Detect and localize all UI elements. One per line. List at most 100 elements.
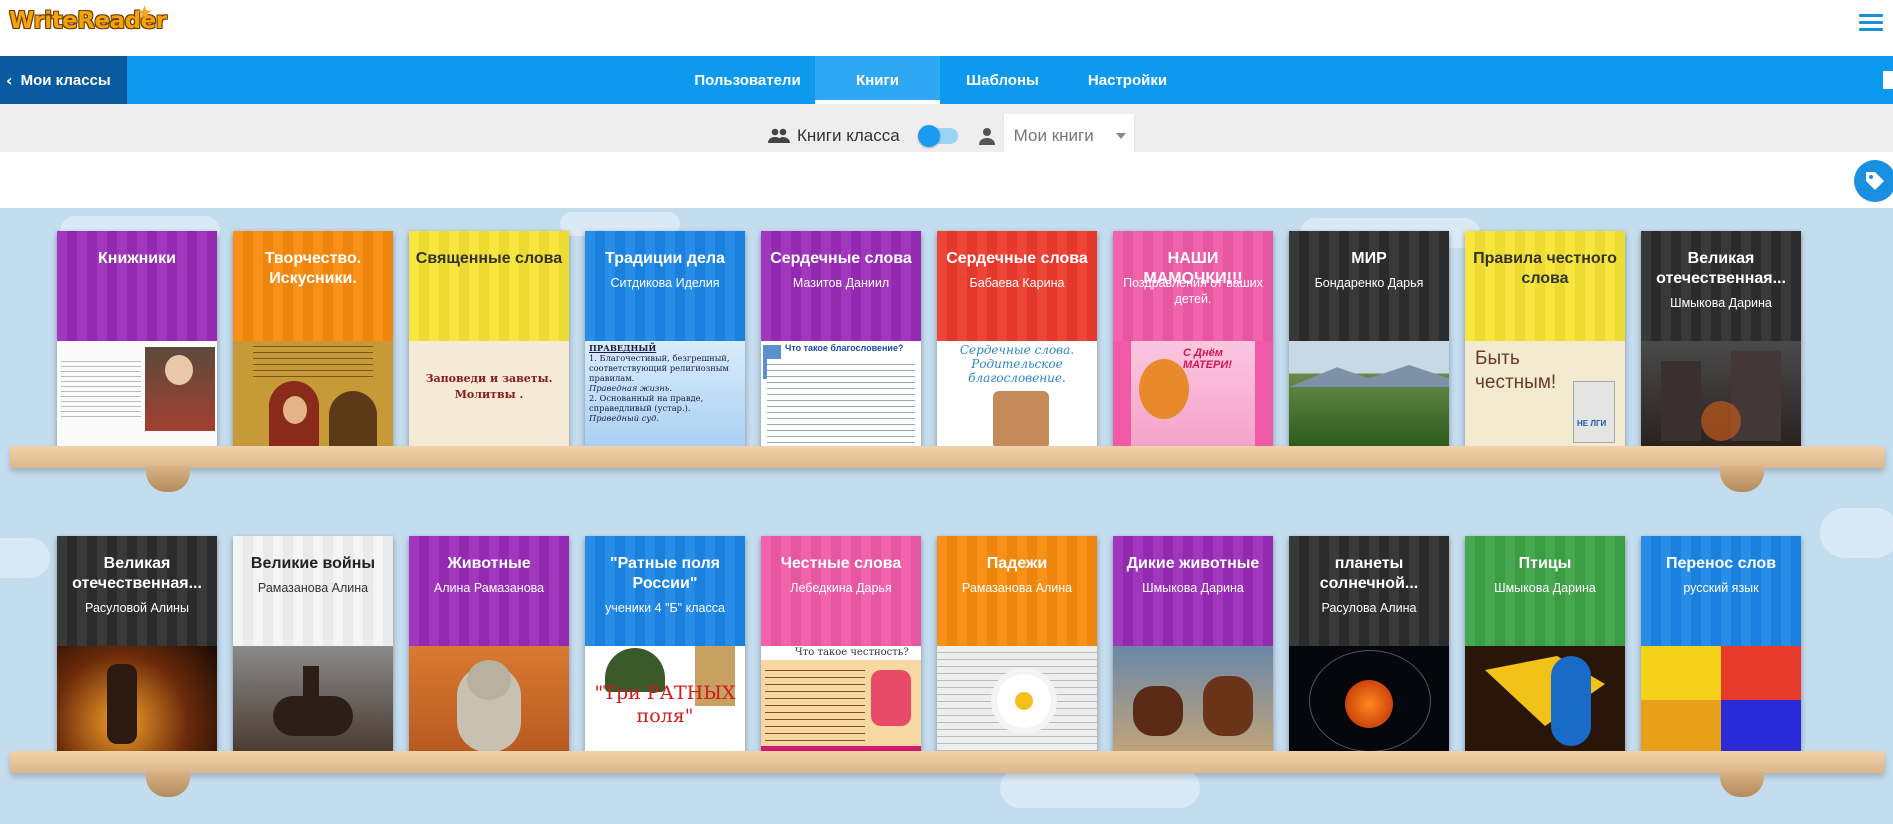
shelf-bracket <box>146 771 190 797</box>
tab-settings[interactable]: Настройки <box>1065 56 1190 104</box>
book-title: Священные слова <box>415 250 563 267</box>
book-author: Шмыкова Дарина <box>1142 581 1244 595</box>
book-title: Птицы <box>1518 555 1572 572</box>
book-title: Падежи <box>986 555 1048 572</box>
book-card[interactable]: Животные Алина Рамазанова <box>409 536 569 754</box>
book-title: Великая отечественная... <box>1656 250 1786 287</box>
book-picture: Что такое благословение? <box>761 341 921 449</box>
hamburger-menu-icon[interactable] <box>1859 14 1883 32</box>
book-card[interactable]: "Ратные поля России" ученики 4 "Б" класс… <box>585 536 745 754</box>
book-card[interactable]: Сердечные слова Мазитов Даниил Что такое… <box>761 231 921 449</box>
book-card[interactable]: планеты солнечной... Расулова Алина <box>1289 536 1449 754</box>
shelf-bracket <box>1720 466 1764 492</box>
class-books-toggle[interactable] <box>917 125 958 147</box>
book-picture: Заповеди и заветы. Молитвы . <box>409 341 569 449</box>
book-title: Животные <box>447 555 531 572</box>
book-picture <box>1641 341 1801 449</box>
book-author: Расулова Алина <box>1321 601 1417 615</box>
mothers-card-text: С Днём МАТЕРИ! <box>1183 347 1232 371</box>
tab-books[interactable]: Книги <box>815 56 940 104</box>
book-author: Бабаева Карина <box>969 276 1065 290</box>
shelf-bracket <box>146 466 190 492</box>
book-title: Великая отечественная... <box>72 555 202 592</box>
book-picture: "Три РАТНЫХ поля" <box>585 646 745 754</box>
book-title: Дикие животные <box>1126 555 1260 572</box>
back-label: Мои классы <box>20 71 111 89</box>
book-card[interactable]: Честные слова Лебедкина Дарья Что такое … <box>761 536 921 754</box>
book-card[interactable]: МИР Бондаренко Дарья <box>1289 231 1449 449</box>
honest-card-sign: НЕ ЛГИ <box>1577 419 1607 428</box>
shelf-1 <box>10 446 1885 468</box>
book-card[interactable]: Правила честного слова Быть честным! НЕ Л… <box>1465 231 1625 449</box>
book-title: Традиции дела <box>605 250 725 267</box>
book-card[interactable]: Сердечные слова Бабаева Карина Сердечные… <box>937 231 1097 449</box>
book-cover <box>409 231 569 341</box>
book-card[interactable]: Падежи Рамазанова Алина <box>937 536 1097 754</box>
book-title: Правила честного слова <box>1473 250 1617 287</box>
book-card[interactable]: Книжники <box>57 231 217 449</box>
tab-users[interactable]: Пользователи <box>680 56 815 104</box>
tag-button[interactable] <box>1854 160 1893 202</box>
people-icon <box>768 128 790 143</box>
book-author: Расуловой Алины <box>85 601 189 615</box>
book-picture: Сердечные слова. Родительское благослове… <box>937 341 1097 449</box>
book-author: Рамазанова Алина <box>257 581 369 595</box>
honest-card-text: Быть честным! <box>1475 348 1557 393</box>
tab-templates[interactable]: Шаблоны <box>940 56 1065 104</box>
book-card[interactable]: Перенос слов русский язык <box>1641 536 1801 754</box>
my-books-select-value: Мои книги <box>1013 126 1094 145</box>
family-text: Сердечные слова. Родительское благослове… <box>959 343 1075 385</box>
book-picture <box>1289 341 1449 449</box>
book-card[interactable]: Великая отечественная... Шмыкова Дарина <box>1641 231 1801 449</box>
book-card[interactable]: Птицы Шмыкова Дарина <box>1465 536 1625 754</box>
book-title: Сердечные слова <box>770 250 912 267</box>
top-header: WriteReader ★ <box>0 0 1893 56</box>
book-card[interactable]: Традиции дела Ситдикова Иделия ПРАВЕДНЫЙ… <box>585 231 745 449</box>
book-title: планеты солнечной... <box>1319 555 1419 592</box>
book-title: Честные слова <box>780 555 902 572</box>
tag-icon <box>1866 172 1884 190</box>
book-title: Сердечные слова <box>946 250 1088 267</box>
book-author: Рамазанова Алина <box>961 581 1073 595</box>
book-picture: Быть честным! НЕ ЛГИ <box>1465 341 1625 449</box>
book-author: Ситдикова Иделия <box>610 276 720 290</box>
book-title: "Ратные поля России" <box>610 555 720 592</box>
book-author: русский язык <box>1683 581 1759 595</box>
class-books-label: Книги класса <box>797 126 900 145</box>
trash-icon[interactable] <box>1883 71 1893 89</box>
book-title: МИР <box>1351 250 1387 267</box>
book-cover <box>57 231 217 341</box>
nav-tabs: Пользователи Книги Шаблоны Настройки <box>680 56 1190 104</box>
book-author: Лебедкина Дарья <box>790 581 892 595</box>
person-icon <box>978 128 995 145</box>
book-picture <box>233 646 393 754</box>
back-to-classes-button[interactable]: ‹ Мои классы <box>0 56 127 104</box>
book-picture <box>57 646 217 754</box>
book-card[interactable]: Священные слова Заповеди и заветы. Молит… <box>409 231 569 449</box>
book-title: Великие войны <box>250 555 376 572</box>
book-card[interactable]: Дикие животные Шмыкова Дарина <box>1113 536 1273 754</box>
book-picture <box>937 646 1097 754</box>
book-title: Творчество. Искусники. <box>264 250 362 287</box>
book-picture <box>57 341 217 449</box>
book-card[interactable]: Творчество. Искусники. <box>233 231 393 449</box>
book-author: Алина Рамазанова <box>433 581 545 595</box>
book-author: Мазитов Даниил <box>792 276 890 290</box>
helmet-book-text: "Три РАТНЫХ поля" <box>594 682 736 727</box>
book-card[interactable]: Великие войны Рамазанова Алина <box>233 536 393 754</box>
honesty-head: Что такое честность? <box>795 647 909 658</box>
toolbar-spacer <box>0 152 1893 208</box>
book-picture <box>1113 646 1273 754</box>
book-author: Шмыкова Дарина <box>1494 581 1596 595</box>
star-icon: ★ <box>136 2 154 24</box>
shelf-2 <box>10 751 1885 773</box>
book-author: Бондаренко Дарья <box>1314 276 1424 290</box>
shelf-bracket <box>1720 771 1764 797</box>
book-card[interactable]: Великая отечественная... Расуловой Алины <box>57 536 217 754</box>
book-picture <box>1289 646 1449 754</box>
book-card[interactable]: НАШИ МАМОЧКИ!!! Поздравления от ваших де… <box>1113 231 1273 449</box>
book-picture: С Днём МАТЕРИ! <box>1113 341 1273 449</box>
book-picture <box>1641 646 1801 754</box>
book-picture: Что такое честность? <box>761 646 921 754</box>
book-picture: ПРАВЕДНЫЙ 1. Благочестивый, безгрешный, с… <box>585 341 745 449</box>
